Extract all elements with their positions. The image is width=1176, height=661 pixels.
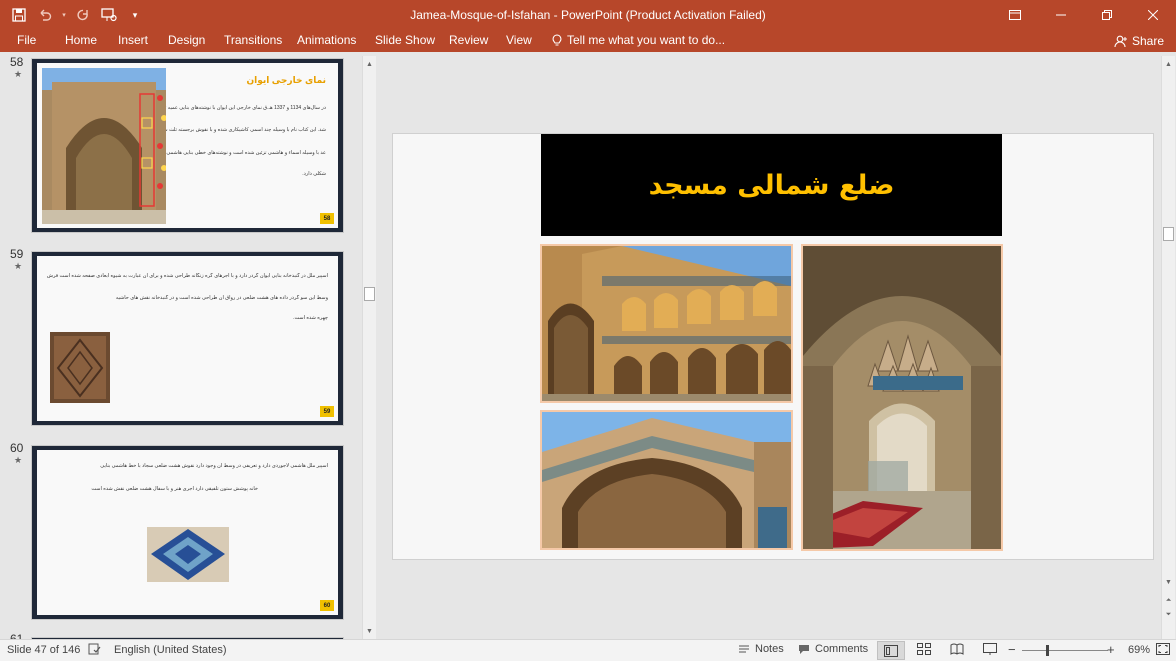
minimize-icon[interactable] [1038,0,1084,30]
title-bar: ▾ ▾ Jamea-Mosque-of-Isfahan - PowerPoint… [0,0,1176,30]
scroll-thumb[interactable] [364,287,375,301]
slide-scrollbar[interactable]: ▲ ▼ ⏶ ⏷ [1161,56,1175,639]
status-bar: Slide 47 of 146 English (United States) … [0,639,1176,661]
tile-pattern-thumb-image [147,527,229,582]
scroll-down-icon[interactable]: ▼ [363,625,376,639]
redo-icon[interactable] [72,4,94,26]
portal-photo[interactable] [540,410,793,550]
lightbulb-icon [552,33,562,45]
slide-thumbnail-58[interactable]: نمای خارجی ایوان در سال‌های 1134 و 1337 … [31,58,344,233]
interior-muqarnas-photo[interactable] [801,244,1003,551]
courtyard-facade-photo[interactable] [540,244,793,403]
zoom-out-icon[interactable]: − [1008,642,1016,657]
tab-animations[interactable]: Animations [297,33,356,47]
thumbnail-text-line: شکلی دارد. [302,171,326,177]
customize-qat-icon[interactable]: ▾ [124,4,146,26]
comments-button[interactable]: Comments [798,643,868,655]
tab-insert[interactable]: Insert [118,33,148,47]
thumbnail-text-line: اسپیر ملل در گنبدخانه بنایی ایوان گردر د… [46,273,328,279]
tab-slide-show[interactable]: Slide Show [375,33,435,47]
tell-me-label: Tell me what you want to do... [567,33,726,47]
tab-transitions[interactable]: Transitions [224,33,282,47]
tab-review[interactable]: Review [449,33,488,47]
tab-file[interactable]: File [17,33,36,47]
notes-label: Notes [755,643,784,655]
ribbon-display-icon[interactable] [992,0,1038,30]
transition-star-icon: ★ [14,69,23,79]
slide-thumbnail-59[interactable]: اسپیر ملل در گنبدخانه بنایی ایوان گردر د… [31,251,344,426]
thumbnail-text-line: شد. این کتاب نام با وسیله چند اسمی کاشیک… [166,127,326,133]
slide-title-banner[interactable]: ضلع شمالی مسجد [541,134,1002,236]
thumbnail-canvas: اسپیر ملل هاشمی لاجوردی دارد و تعریفی در… [37,450,338,615]
zoom-slider-track[interactable] [1022,650,1108,651]
share-button[interactable]: Share [1114,30,1164,52]
share-label: Share [1131,34,1164,48]
tab-view[interactable]: View [506,33,532,47]
slide-thumbnail-60[interactable]: اسپیر ملل هاشمی لاجوردی دارد و تعریفی در… [31,445,344,620]
thumbnail-text-line: در سال‌های 1134 و 1337 هـ.ق نمای خارجی ا… [166,105,326,111]
scroll-thumb[interactable] [1163,227,1174,241]
thumbnail-text-line: وسط این سو گردر داده های هشت ضلعی در روا… [115,295,328,301]
tab-home[interactable]: Home [65,33,97,47]
transition-star-icon: ★ [14,261,23,271]
scroll-up-icon[interactable]: ▲ [1162,58,1175,72]
wooden-door-thumb-image [50,332,110,403]
normal-view-icon[interactable] [877,641,905,660]
current-slide[interactable]: ضلع شمالی مسجد [392,133,1154,560]
tab-design[interactable]: Design [168,33,205,47]
iwan-thumb-image [42,68,166,224]
save-icon[interactable] [8,4,30,26]
transition-star-icon: ★ [14,455,23,465]
fit-slide-icon[interactable] [1156,643,1170,658]
undo-icon[interactable] [34,4,56,26]
restore-icon[interactable] [1084,0,1130,30]
previous-slide-icon[interactable]: ⏶ [1162,594,1175,608]
thumbnail-canvas: نمای خارجی ایوان در سال‌های 1134 و 1337 … [37,63,338,228]
thumbnail-text-line: چهره شده است. [293,315,328,321]
slide-title: ضلع شمالی مسجد [648,169,895,201]
window-controls [992,0,1176,30]
thumbnail-text-line: عد با وسیله اسماء و هاشمی تزئین شده است … [166,150,326,156]
scroll-up-icon[interactable]: ▲ [363,58,376,72]
thumbnail-canvas: اسپیر ملل در گنبدخانه بنایی ایوان گردر د… [37,256,338,421]
thumbnail-number: 58 [10,56,24,69]
comments-icon [799,644,809,654]
ribbon-tabs: File Home Insert Design Transitions Anim… [0,30,1176,52]
comments-label: Comments [815,643,869,655]
language-status[interactable]: English (United States) [114,644,227,656]
slide-number-badge: 60 [320,600,334,611]
undo-dropdown-icon[interactable]: ▾ [60,4,68,26]
slide-counter[interactable]: Slide 47 of 146 [7,644,80,656]
next-slide-icon[interactable]: ⏷ [1162,608,1175,622]
quick-access-toolbar: ▾ ▾ [8,4,146,26]
person-icon [1114,35,1127,47]
zoom-slider-thumb[interactable] [1046,645,1049,656]
tell-me-search[interactable]: Tell me what you want to do... [552,33,725,47]
sorter-view-icon[interactable] [917,643,931,658]
thumbnail-scrollbar[interactable]: ▲ ▼ [362,56,376,639]
zoom-in-icon[interactable]: + [1107,642,1115,657]
slide-number-badge: 58 [320,213,334,224]
slide-number-badge: 59 [320,406,334,417]
notes-icon [739,645,749,653]
thumbnail-number: 60 [10,441,24,455]
notes-button[interactable]: Notes [738,643,784,655]
thumbnail-text-line: خانه پوشش ستون تلفیقی دارد آجری هنر و با… [91,486,258,492]
thumbnail-text-line: اسپیر ملل هاشمی لاجوردی دارد و تعریفی در… [100,463,328,469]
presenter-icon[interactable] [98,4,120,26]
scroll-down-icon[interactable]: ▼ [1162,576,1175,590]
spelling-check-icon[interactable] [88,643,101,658]
slideshow-view-icon[interactable] [983,643,997,658]
thumbnail-number: 59 [10,247,24,261]
zoom-level[interactable]: 69% [1128,644,1150,656]
thumbnail-number: 61 [10,632,24,639]
thumbnail-title: نمای خارجی ایوان [246,75,326,85]
thumbnail-pane: 58 ★ نمای خارجی ایوان در سال‌های 1134 [0,56,362,639]
close-icon[interactable] [1130,0,1176,30]
reading-view-icon[interactable] [950,643,964,658]
